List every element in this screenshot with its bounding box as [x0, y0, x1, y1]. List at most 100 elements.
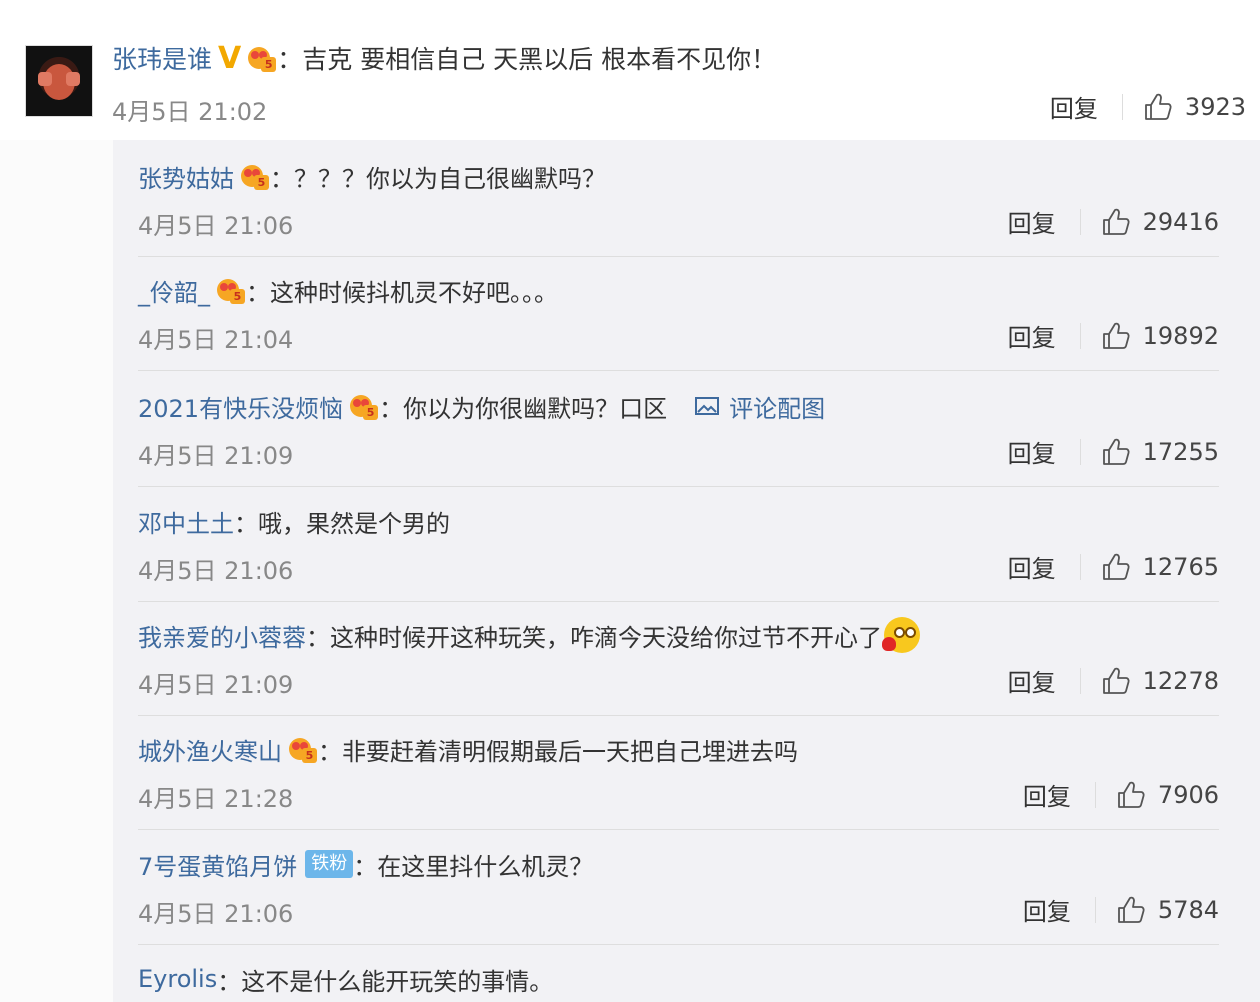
- row-divider: [138, 370, 1219, 371]
- username-link[interactable]: 2021有快乐没烦恼: [138, 389, 343, 424]
- comment-image-label: 评论配图: [729, 394, 826, 423]
- like-count: 7906: [1157, 780, 1219, 809]
- reply-time: 4月5日 21:09: [138, 442, 294, 470]
- divider: [1121, 93, 1123, 120]
- thumbs-up-icon[interactable]: [1101, 437, 1131, 467]
- reply-line: _伶韶_ 5 ： 这种时候抖机灵不好吧。。。: [138, 270, 558, 310]
- row-divider: [138, 829, 1219, 830]
- crown-badge-icon: 5: [247, 43, 277, 73]
- reply-text: 非要赶着清明假期最后一天把自己埋进去吗: [342, 737, 798, 766]
- reply-time: 4月5日 21:04: [138, 326, 294, 354]
- comment-image-link[interactable]: 评论配图: [695, 389, 825, 424]
- like-count: 17255: [1142, 437, 1219, 466]
- row-divider: [138, 256, 1219, 257]
- reply-time: 4月5日 21:06: [138, 557, 294, 585]
- reply-button[interactable]: 回复: [1008, 663, 1056, 698]
- username-link[interactable]: 7号蛋黄馅月饼: [138, 847, 297, 882]
- reply-time: 4月5日 21:06: [138, 900, 294, 928]
- reply-button[interactable]: 回复: [1008, 434, 1056, 469]
- crown-badge-icon: 5: [216, 275, 246, 305]
- reply-text: ？？？你以为自己很幽默吗？: [294, 164, 606, 193]
- reply-time: 4月5日 21:28: [138, 785, 294, 813]
- row-divider: [138, 715, 1219, 716]
- colon: ：: [246, 278, 270, 307]
- main-comment-line: 张玮是谁 V 5 ： 吉克 要相信自己 天黑以后 根本看不见你！: [112, 38, 776, 78]
- reply-actions: 回复 5784: [1023, 892, 1219, 927]
- reply-actions: 回复 12278: [1008, 663, 1219, 698]
- smiley-heart-emoji: [882, 617, 920, 653]
- colon: ：: [234, 509, 258, 538]
- reply-button[interactable]: 回复: [1008, 549, 1056, 584]
- reply-button[interactable]: 回复: [1050, 89, 1098, 124]
- reply-time: 4月5日 21:06: [138, 212, 294, 240]
- like-count: 19892: [1142, 321, 1219, 350]
- reply-button[interactable]: 回复: [1008, 204, 1056, 239]
- thumbs-up-icon[interactable]: [1116, 780, 1146, 810]
- reply-actions: 回复 29416: [1008, 204, 1219, 239]
- reply-text: 这种时候抖机灵不好吧。。。: [270, 278, 558, 307]
- row-divider: [138, 601, 1219, 602]
- reply-button[interactable]: 回复: [1008, 318, 1056, 353]
- reply-line: 2021有快乐没烦恼 5 ： 你以为你很幽默吗？口区 评论配图: [138, 386, 825, 426]
- thumbs-up-icon[interactable]: [1101, 321, 1131, 351]
- divider: [1079, 553, 1081, 580]
- reply-actions: 回复 19892: [1008, 318, 1219, 353]
- divider: [1079, 438, 1081, 465]
- divider: [1094, 781, 1096, 808]
- row-divider: [138, 486, 1219, 487]
- avatar[interactable]: [25, 45, 93, 117]
- reply-text: 在这里抖什么机灵？: [377, 852, 594, 881]
- reply-list: 张势姑姑 5 ： ？？？你以为自己很幽默吗？ 4月5日 21:06 回复 294…: [113, 140, 1260, 1002]
- colon: ：: [217, 967, 242, 996]
- like-count: 12765: [1142, 552, 1219, 581]
- reply-actions: 回复 17255: [1008, 434, 1219, 469]
- thumbs-up-icon[interactable]: [1101, 207, 1131, 237]
- crown-badge-icon: 5: [288, 734, 318, 764]
- reply-line: Eyrolis ： 这不是什么能开玩笑的事情。: [138, 959, 553, 999]
- comment-text: 吉克 要相信自己 天黑以后 根本看不见你！: [302, 45, 777, 74]
- like-count: 5784: [1157, 895, 1219, 924]
- like-count: 29416: [1142, 207, 1219, 236]
- username-link[interactable]: 张势姑姑: [138, 159, 234, 194]
- username-link[interactable]: 邓中土土: [138, 504, 234, 539]
- reply-line: 邓中土土 ： 哦，果然是个男的: [138, 501, 450, 541]
- reply-actions: 回复 12765: [1008, 549, 1219, 584]
- reply-text: 哦，果然是个男的: [258, 509, 450, 538]
- row-divider: [138, 944, 1219, 945]
- divider: [1094, 896, 1096, 923]
- colon: ：: [353, 852, 378, 881]
- reply-actions: 回复 7906: [1023, 777, 1219, 812]
- reply-button[interactable]: 回复: [1023, 892, 1071, 927]
- like-count: 3923: [1184, 92, 1246, 121]
- colon: ：: [306, 623, 330, 652]
- colon: ：: [318, 737, 342, 766]
- comment-actions: 回复 3923: [1050, 89, 1246, 124]
- like-count: 12278: [1142, 666, 1219, 695]
- divider: [1079, 208, 1081, 235]
- divider: [1079, 667, 1081, 694]
- thumbs-up-icon[interactable]: [1101, 666, 1131, 696]
- username-link[interactable]: 城外渔火寒山: [138, 732, 282, 767]
- image-icon: [695, 397, 720, 415]
- reply-line: 城外渔火寒山 5 ： 非要赶着清明假期最后一天把自己埋进去吗: [138, 729, 798, 769]
- divider: [1079, 322, 1081, 349]
- reply-text: 这不是什么能开玩笑的事情。: [241, 967, 554, 996]
- colon: ：: [277, 45, 303, 74]
- crown-badge-icon: 5: [349, 391, 379, 421]
- thumbs-up-icon[interactable]: [1101, 552, 1131, 582]
- reply-line: 我亲爱的小蓉蓉 ： 这种时候开这种玩笑，咋滴今天没给你过节不开心了: [138, 615, 920, 655]
- username-link[interactable]: Eyrolis: [138, 965, 217, 993]
- username-link[interactable]: 我亲爱的小蓉蓉: [138, 618, 306, 653]
- reply-line: 张势姑姑 5 ： ？？？你以为自己很幽默吗？: [138, 156, 606, 196]
- reply-text: 你以为你很幽默吗？口区: [403, 394, 668, 423]
- fan-badge: 铁粉: [305, 850, 354, 878]
- thumbs-up-icon[interactable]: [1116, 895, 1146, 925]
- main-comment: 张玮是谁 V 5 ： 吉克 要相信自己 天黑以后 根本看不见你！ 4月5日 21…: [0, 0, 1260, 140]
- username-link[interactable]: _伶韶_: [138, 273, 210, 308]
- username-link[interactable]: 张玮是谁: [112, 40, 212, 76]
- thumbs-up-icon[interactable]: [1143, 92, 1173, 122]
- crown-badge-icon: 5: [240, 161, 270, 191]
- verified-badge-icon: V: [218, 40, 242, 76]
- reply-button[interactable]: 回复: [1023, 777, 1071, 812]
- reply-text: 这种时候开这种玩笑，咋滴今天没给你过节不开心了: [330, 623, 882, 652]
